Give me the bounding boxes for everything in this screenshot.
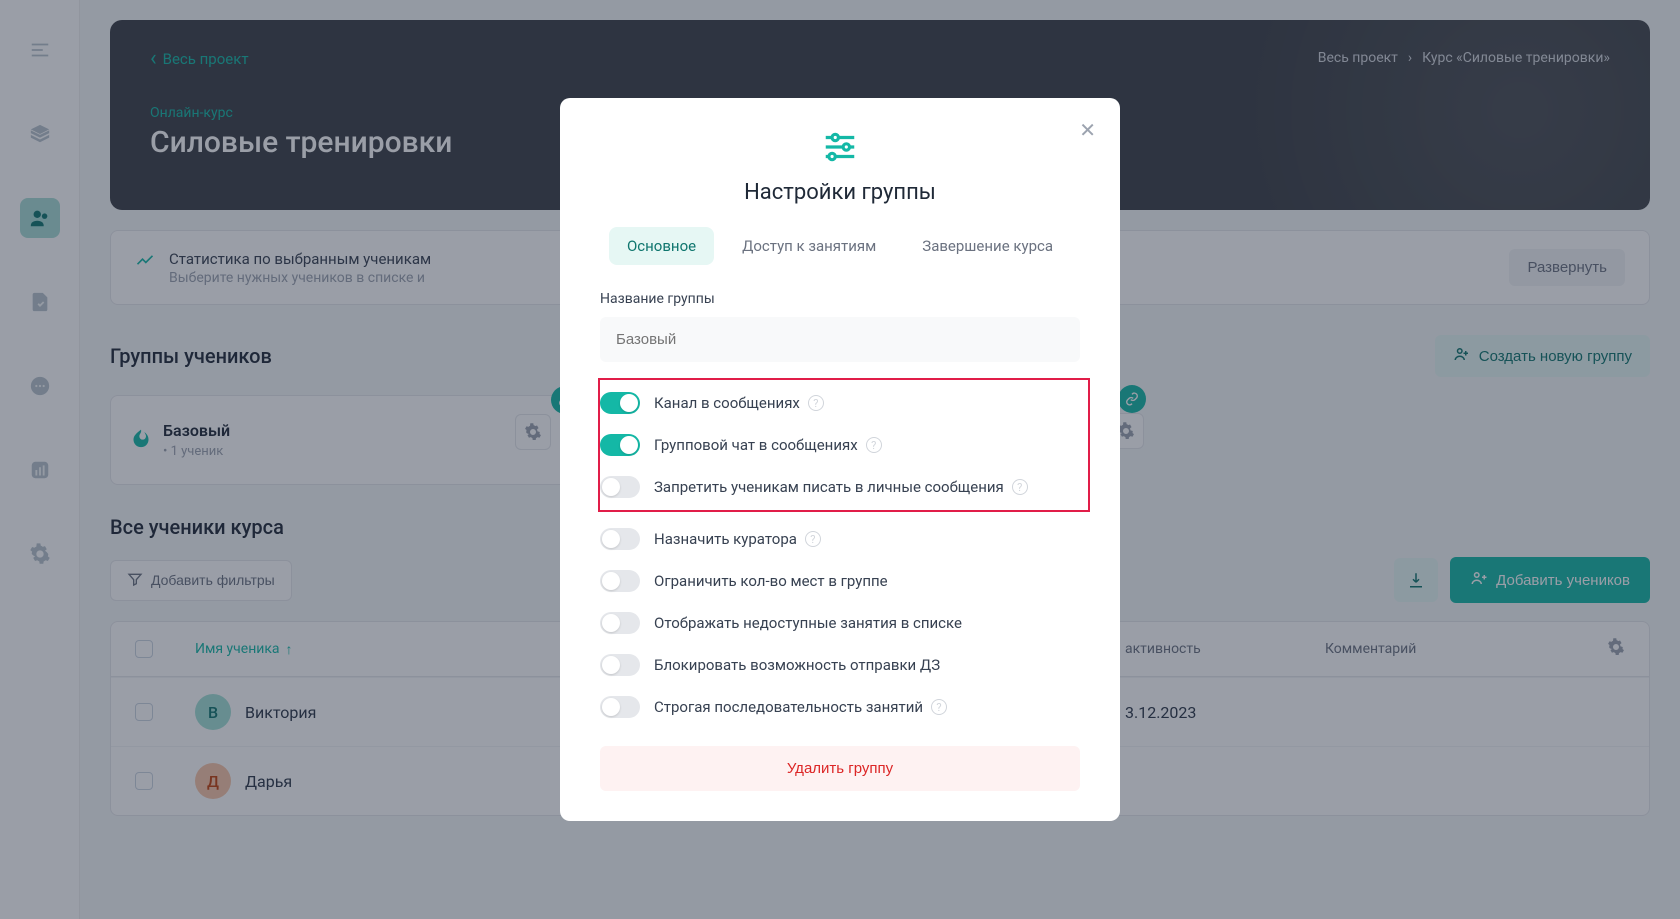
help-icon[interactable]: ? [866, 437, 882, 453]
help-icon[interactable]: ? [1012, 479, 1028, 495]
modal-title: Настройки группы [600, 180, 1080, 205]
close-icon[interactable]: ✕ [1079, 118, 1096, 142]
toggle-strict-order[interactable] [600, 696, 640, 718]
toggle-label: Ограничить кол-во мест в группе [654, 572, 888, 590]
toggle-label: Назначить куратора [654, 530, 797, 548]
toggle-restrict-dm[interactable] [600, 476, 640, 498]
modal-overlay[interactable]: ✕ Настройки группы Основное Доступ к зан… [0, 0, 1680, 919]
sliders-icon [600, 128, 1080, 166]
toggle-label: Канал в сообщениях [654, 394, 800, 412]
toggle-group-chat[interactable] [600, 434, 640, 456]
toggle-limit-seats[interactable] [600, 570, 640, 592]
toggle-show-locked[interactable] [600, 612, 640, 634]
toggle-channel[interactable] [600, 392, 640, 414]
tab-completion[interactable]: Завершение курса [904, 227, 1071, 265]
toggle-label: Блокировать возможность отправки ДЗ [654, 656, 940, 674]
toggle-label: Строгая последовательность занятий [654, 698, 923, 716]
help-icon[interactable]: ? [805, 531, 821, 547]
group-name-input[interactable] [600, 317, 1080, 362]
tab-access[interactable]: Доступ к занятиям [724, 227, 894, 265]
toggle-label: Отображать недоступные занятия в списке [654, 614, 962, 632]
toggle-curator[interactable] [600, 528, 640, 550]
toggle-label: Групповой чат в сообщениях [654, 436, 858, 454]
delete-group-button[interactable]: Удалить группу [600, 746, 1080, 791]
toggle-block-hw[interactable] [600, 654, 640, 676]
tab-main[interactable]: Основное [609, 227, 714, 265]
highlight-box: Канал в сообщениях? Групповой чат в сооб… [598, 378, 1090, 512]
toggle-label: Запретить ученикам писать в личные сообщ… [654, 478, 1004, 496]
group-settings-modal: ✕ Настройки группы Основное Доступ к зан… [560, 98, 1120, 821]
help-icon[interactable]: ? [808, 395, 824, 411]
help-icon[interactable]: ? [931, 699, 947, 715]
group-name-label: Название группы [600, 291, 1080, 307]
